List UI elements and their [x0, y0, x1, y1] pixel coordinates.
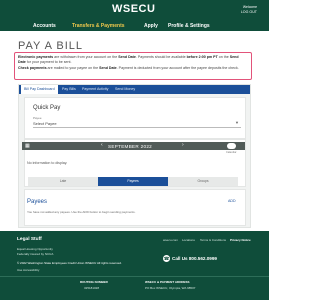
copyright-text: © 2022 Washington State Employees Credit…: [17, 261, 122, 265]
tab-payment-activity[interactable]: Payment Activity: [82, 87, 108, 91]
top-header: WSECU Welcome LOG OUT Accounts Transfers…: [0, 0, 269, 31]
tab-bill-pay-dashboard[interactable]: Bill Pay Dashboard: [21, 85, 58, 94]
payees-empty-text: You have not added any payees. Use the A…: [27, 210, 136, 214]
main-nav: Accounts Transfers & Payments Apply Prof…: [0, 22, 269, 31]
electronic-payments-text: Electronic payments are withdrawn from y…: [18, 55, 239, 64]
footer-link-terms[interactable]: Terms & Conditions: [200, 238, 226, 242]
footer-link-locations[interactable]: Locations: [182, 238, 195, 242]
chevron-down-icon[interactable]: ▼: [235, 120, 239, 125]
footer-divider: [0, 276, 269, 277]
tab-send-money[interactable]: Send Money: [115, 87, 135, 91]
payees-title: Payees: [27, 199, 48, 205]
equal-housing-link[interactable]: Equal Housing Opportunity: [17, 247, 53, 251]
nav-apply[interactable]: Apply: [144, 23, 158, 29]
footer: Legal Stuff Equal Housing Opportunity Fe…: [0, 231, 269, 300]
segment-late[interactable]: Late: [28, 177, 98, 186]
payees-panel: [24, 189, 246, 226]
payment-notice: Electronic payments are withdrawn from y…: [14, 52, 252, 80]
routing-number-value: 325181028: [84, 286, 100, 290]
nav-profile-settings[interactable]: Profile & Settings: [168, 23, 210, 29]
calendar-month: SEPTEMBER 2022: [108, 143, 153, 149]
calendar-toggle-label: Calendar: [226, 151, 237, 154]
phone-icon: ☎: [163, 255, 170, 262]
check-payments-text: Check payments are mailed to your payee …: [18, 66, 239, 70]
next-month-icon[interactable]: ›: [182, 142, 184, 148]
no-info-text: No information to display.: [27, 161, 68, 165]
segment-groups[interactable]: Groups: [168, 177, 238, 186]
payee-select[interactable]: Select Payee: [33, 121, 57, 126]
segment-payees[interactable]: Payees: [98, 177, 168, 186]
quick-pay-title: Quick Pay: [33, 105, 61, 111]
call-us-link[interactable]: Call Us 800.562.0999: [172, 256, 217, 261]
nav-transfers-payments[interactable]: Transfers & Payments: [72, 23, 125, 29]
footer-link-privacy[interactable]: Privacy Notice: [230, 238, 251, 242]
payment-address-title: WSECU & PAYMENT ADDRESS: [145, 280, 190, 284]
calendar-toggle[interactable]: [227, 143, 236, 149]
nav-accounts[interactable]: Accounts: [33, 23, 56, 29]
calendar-bar: ▦ ‹ SEPTEMBER 2022 ›: [22, 142, 245, 150]
payee-select-underline: [33, 127, 241, 128]
bill-pay-tabs: Bill Pay Dashboard Pay Bills Payment Act…: [19, 85, 250, 94]
logout-link[interactable]: LOG OUT: [241, 10, 257, 15]
footer-link-wsecu[interactable]: wsecu.com: [163, 238, 178, 242]
payee-label: Payee: [33, 116, 42, 120]
previous-month-icon[interactable]: ‹: [101, 142, 103, 148]
view-segments: Late Payees Groups: [28, 177, 239, 186]
payment-address-value: PO Box WSECU, Olympia, WA 98507: [145, 286, 196, 290]
ncua-link[interactable]: Federally insured by NCUA: [17, 252, 53, 256]
accessibility-link[interactable]: Use Accessibility: [17, 268, 39, 272]
tab-pay-bills[interactable]: Pay Bills: [62, 87, 76, 91]
legal-title: Legal Stuff: [17, 237, 42, 242]
page-title: PAY A BILL: [18, 40, 84, 52]
routing-number-title: ROUTING NUMBER: [80, 280, 108, 284]
add-payee-button[interactable]: ADD: [228, 199, 236, 203]
bill-pay-card: Bill Pay Dashboard Pay Bills Payment Act…: [18, 84, 251, 228]
wsecu-logo[interactable]: WSECU: [112, 3, 155, 15]
user-area: Welcome LOG OUT: [241, 5, 257, 15]
quick-pay-panel: Quick Pay Payee Select Payee ▼: [24, 97, 246, 139]
calendar-icon: ▦: [25, 143, 30, 149]
